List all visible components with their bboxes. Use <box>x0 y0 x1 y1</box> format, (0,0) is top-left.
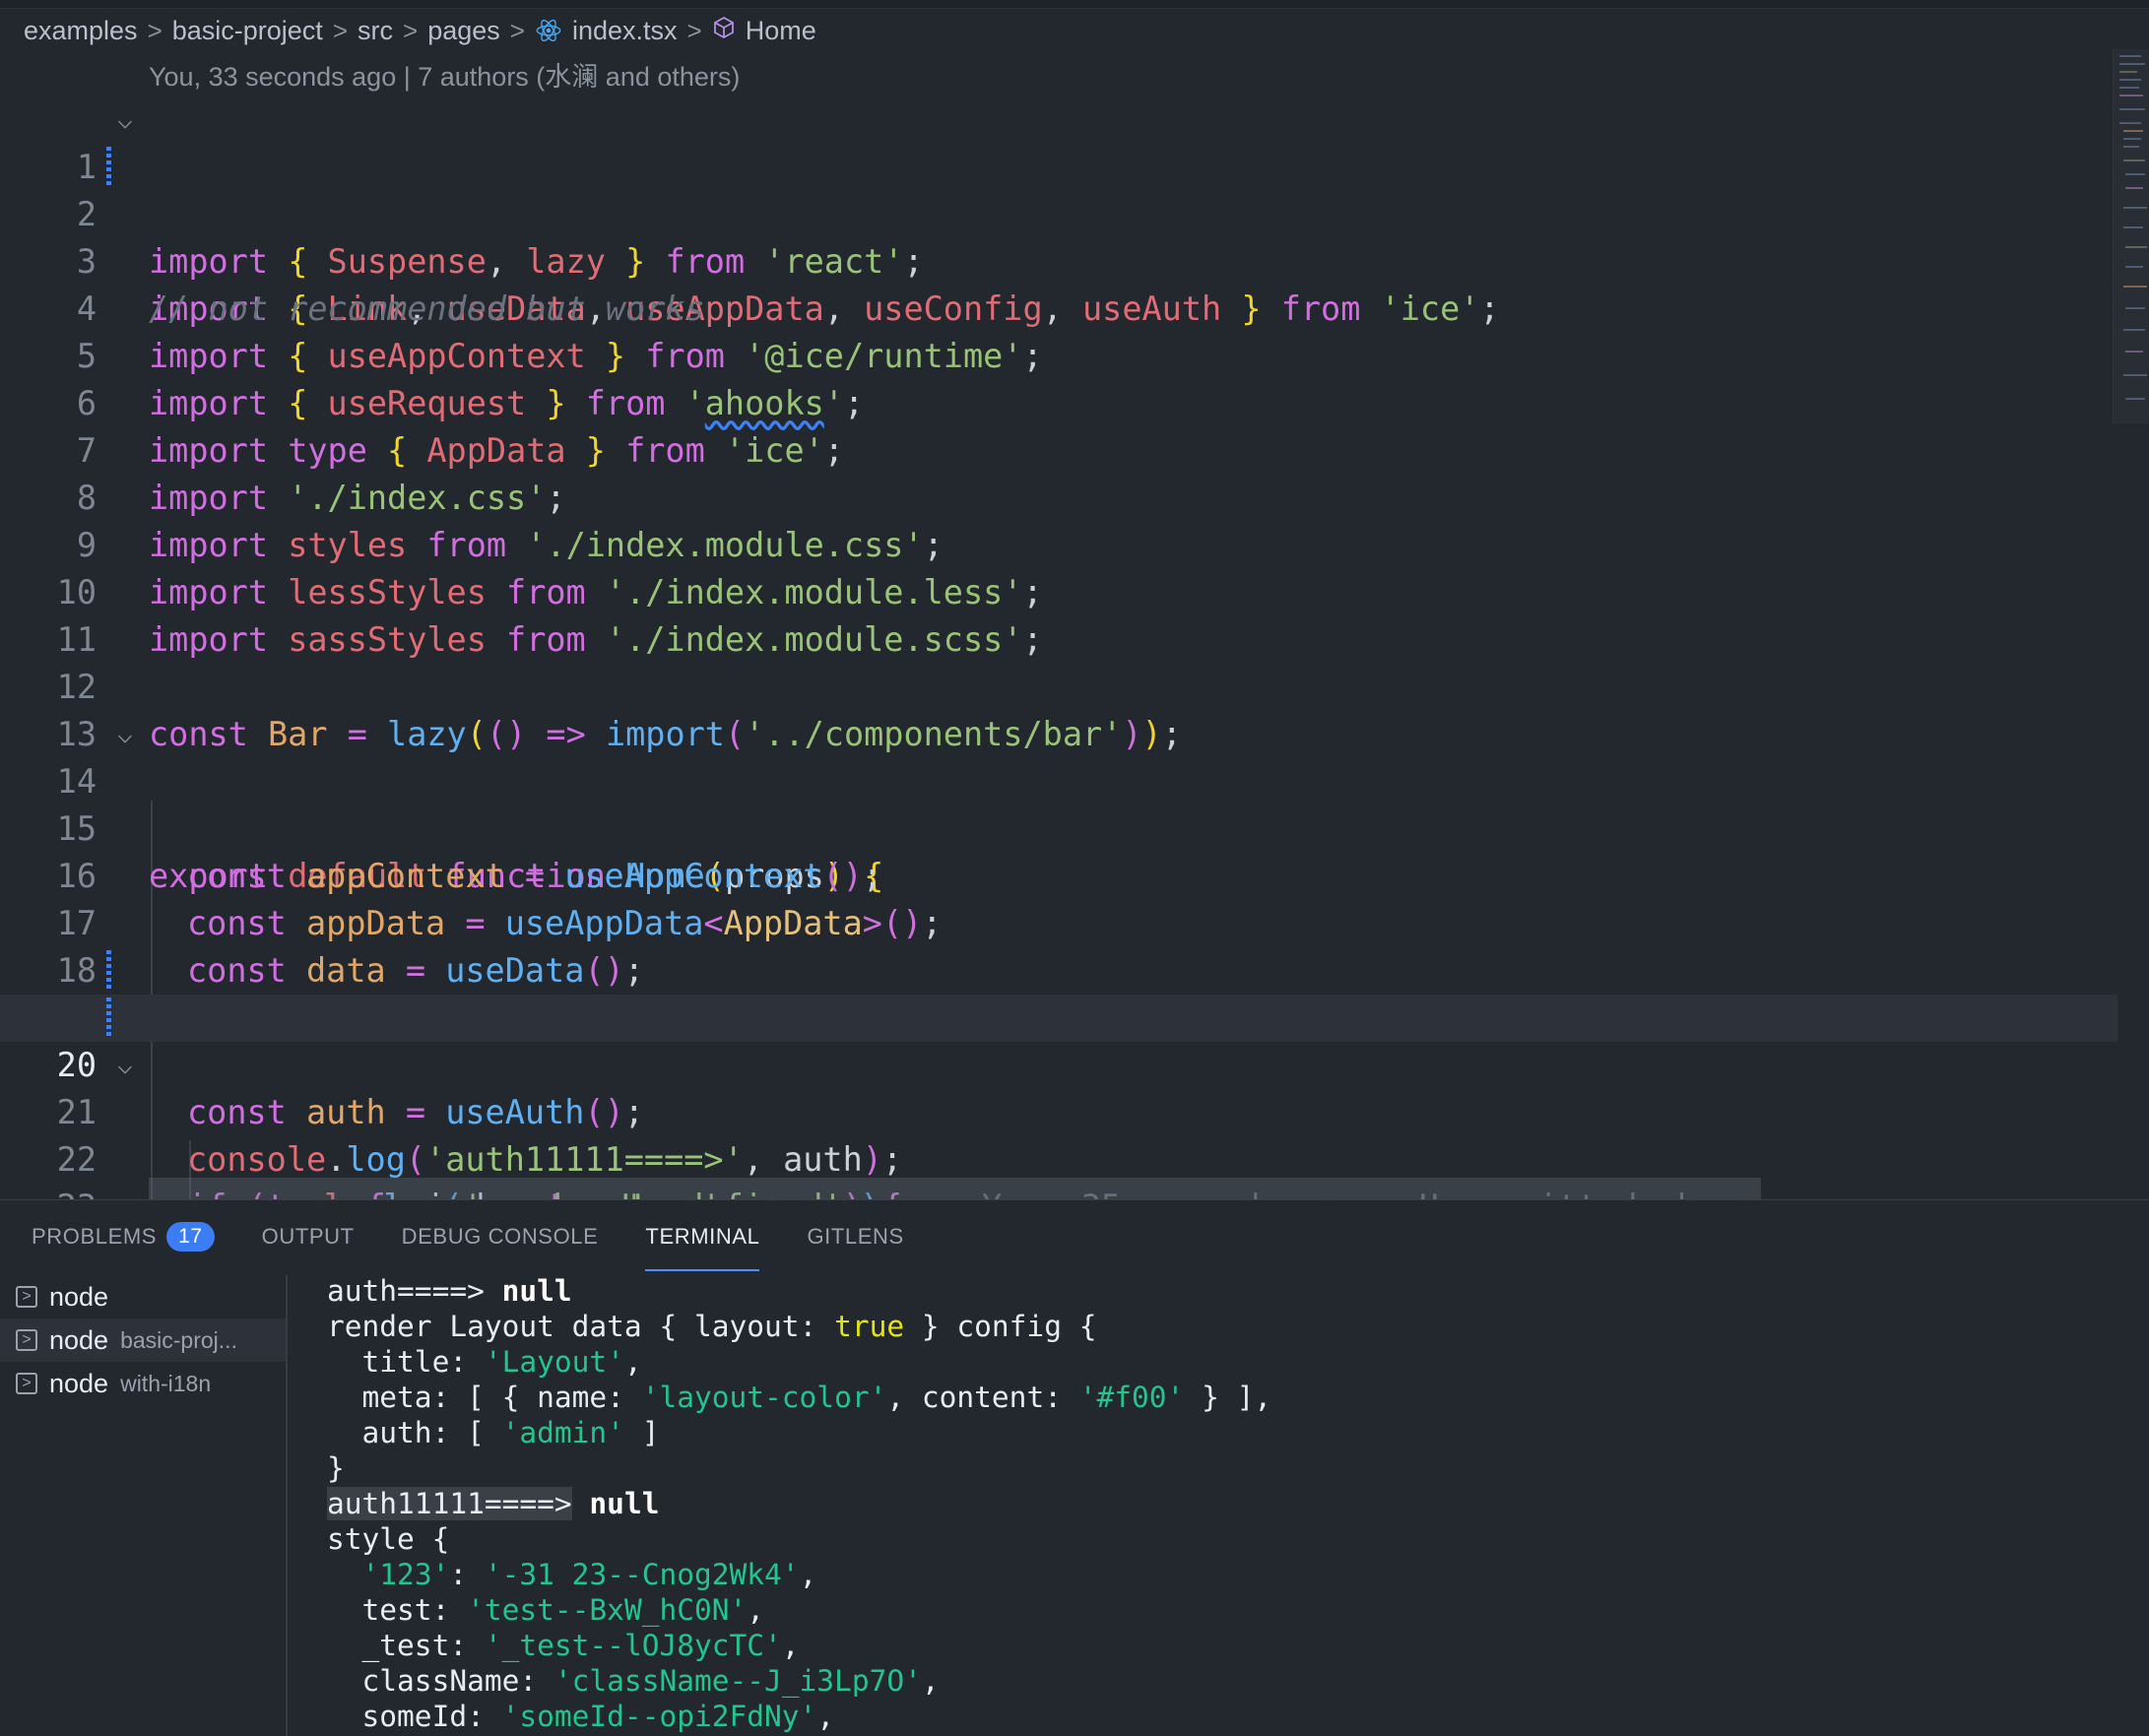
code-line: 18 const config = useConfig(); <box>0 900 2117 1037</box>
terminal-list: > node > node basic-proj... > node with-… <box>0 1275 288 1736</box>
code-line: 16 const appData = useAppData<AppData>()… <box>0 805 2117 942</box>
chevron-right-icon: > <box>332 15 348 45</box>
code-line: 19 const auth = useAuth(); <box>0 947 2117 1131</box>
code-line: 7 import './index.css'; <box>0 380 2117 517</box>
terminal-item[interactable]: > node basic-proj... <box>0 1318 286 1362</box>
code-line: 23 console.log('get AppData', appData); <box>0 1136 2117 1199</box>
terminal-line: meta: [ { name: 'layout-color', content:… <box>327 1381 1272 1414</box>
code-line: 13 <box>0 664 2117 753</box>
terminal-line: auth====> null <box>327 1274 572 1308</box>
breadcrumb-item-file[interactable]: index.tsx <box>572 16 678 46</box>
terminal-icon: > <box>16 1373 37 1394</box>
cube-symbol-icon <box>712 16 736 46</box>
code-line: 17 const data = useData(); <box>0 853 2117 990</box>
terminal-name: node <box>49 1281 109 1312</box>
terminal-line: auth11111====> null <box>327 1487 660 1520</box>
terminal-name: node <box>49 1324 109 1355</box>
terminal-icon: > <box>16 1286 37 1308</box>
minimap-content <box>2114 49 2149 423</box>
code-line: 3 // not recommended but works <box>0 191 2117 328</box>
top-strip <box>0 0 2149 9</box>
code-line: 11 <box>0 569 2117 659</box>
git-modified-indicator[interactable] <box>106 997 111 1039</box>
terminal-line: style { <box>327 1522 450 1556</box>
chevron-right-icon: > <box>403 15 419 45</box>
fold-chevron-icon[interactable]: ⌵ <box>110 711 140 758</box>
terminal-output[interactable]: auth====> null render Layout data { layo… <box>327 1273 2119 1736</box>
react-file-icon <box>535 17 562 44</box>
code-line: 14 ⌵ export default function Home(props)… <box>0 711 2117 895</box>
tab-label: OUTPUT <box>261 1224 355 1249</box>
terminal-line: } <box>327 1451 345 1485</box>
code-line: 2 import { Link, useData, useAppData, us… <box>0 144 2117 328</box>
breadcrumb-item-basic-project[interactable]: basic-project <box>172 16 323 46</box>
terminal-line: someId: 'someId--opi2FdNy', <box>327 1700 835 1733</box>
code-line: 22 console.log('render Home', props); <box>0 1089 2117 1199</box>
terminal-icon: > <box>16 1329 37 1351</box>
chevron-right-icon: > <box>147 15 163 45</box>
code-line: 6 import type { AppData } from 'ice'; <box>0 333 2117 470</box>
fold-chevron-icon[interactable]: ⌵ <box>110 96 140 144</box>
tab-gitlens[interactable]: GITLENS <box>807 1224 903 1250</box>
horizontal-scrollbar[interactable] <box>149 1178 1761 1199</box>
code-line: 4 import { useAppContext } from '@ice/ru… <box>0 238 2117 375</box>
chevron-right-icon: > <box>686 15 702 45</box>
terminal-sub: with-i18n <box>120 1370 212 1396</box>
code-line: 10 import sassStyles from './index.modul… <box>0 522 2117 659</box>
terminal-line: render Layout data { layout: true } conf… <box>327 1310 1097 1343</box>
code-line: 5 import { useRequest } from 'ahooks'; <box>0 286 2117 422</box>
code-line: 8 import styles from './index.module.css… <box>0 427 2117 564</box>
code-line: 1 ⌵ import { Suspense, lazy } from 'reac… <box>0 96 2117 281</box>
tab-problems[interactable]: PROBLEMS 17 <box>32 1222 215 1252</box>
code-line: 15 const appContext = useAppContext(); <box>0 758 2117 895</box>
terminal-line: '123': '-31 23--Cnog2Wk4', <box>361 1558 817 1591</box>
terminal-line: _test: '_test--lOJ8ycTC', <box>327 1629 800 1662</box>
codelens-blame[interactable]: You, 33 seconds ago | 7 authors (水澜 and … <box>149 55 740 94</box>
tab-label: TERMINAL <box>645 1224 760 1249</box>
git-modified-indicator[interactable] <box>106 950 111 992</box>
tab-debug-console[interactable]: DEBUG CONSOLE <box>402 1224 599 1250</box>
terminal-name: node <box>49 1368 109 1398</box>
terminal-item[interactable]: > node with-i18n <box>0 1362 286 1405</box>
chevron-right-icon: > <box>509 15 525 45</box>
breadcrumb-item-symbol[interactable]: Home <box>746 16 816 46</box>
code-line-current: 20 console.log('auth11111====>', auth); … <box>0 995 2117 1199</box>
bottom-panel: PROBLEMS 17 OUTPUT DEBUG CONSOLE TERMINA… <box>0 1199 2149 1736</box>
breadcrumb-item-pages[interactable]: pages <box>427 16 500 46</box>
tab-output[interactable]: OUTPUT <box>262 1224 355 1250</box>
git-modified-indicator[interactable] <box>106 147 111 188</box>
terminal-line: auth: [ 'admin' ] <box>327 1416 660 1449</box>
terminal-line: className: 'className--J_i3Lp7O', <box>327 1664 940 1698</box>
tab-label: DEBUG CONSOLE <box>401 1224 599 1249</box>
tab-label: PROBLEMS <box>32 1224 158 1249</box>
terminal-item[interactable]: > node <box>0 1275 286 1318</box>
code-editor[interactable]: 1 ⌵ import { Suspense, lazy } from 'reac… <box>0 96 2117 1199</box>
breadcrumb: examples > basic-project > src > pages >… <box>24 12 816 49</box>
terminal-line: title: 'Layout', <box>327 1345 642 1379</box>
tab-label: GITLENS <box>807 1224 904 1249</box>
breadcrumb-item-src[interactable]: src <box>358 16 393 46</box>
terminal-sub: basic-proj... <box>120 1326 237 1353</box>
tab-terminal[interactable]: TERMINAL <box>645 1224 760 1271</box>
breadcrumb-item-examples[interactable]: examples <box>24 16 138 46</box>
code-line: 9 import lessStyles from './index.module… <box>0 475 2117 611</box>
fold-chevron-icon[interactable]: ⌵ <box>110 1042 140 1089</box>
code-line: 21 ⌵ if (typeof window !== 'undefined') … <box>0 1042 2117 1199</box>
problems-count-badge: 17 <box>166 1222 215 1252</box>
panel-tabs: PROBLEMS 17 OUTPUT DEBUG CONSOLE TERMINA… <box>0 1200 904 1273</box>
terminal-line: test: 'test--BxW_hC0N', <box>327 1593 765 1627</box>
code-line: 12 const Bar = lazy(() => import('../com… <box>0 616 2117 753</box>
